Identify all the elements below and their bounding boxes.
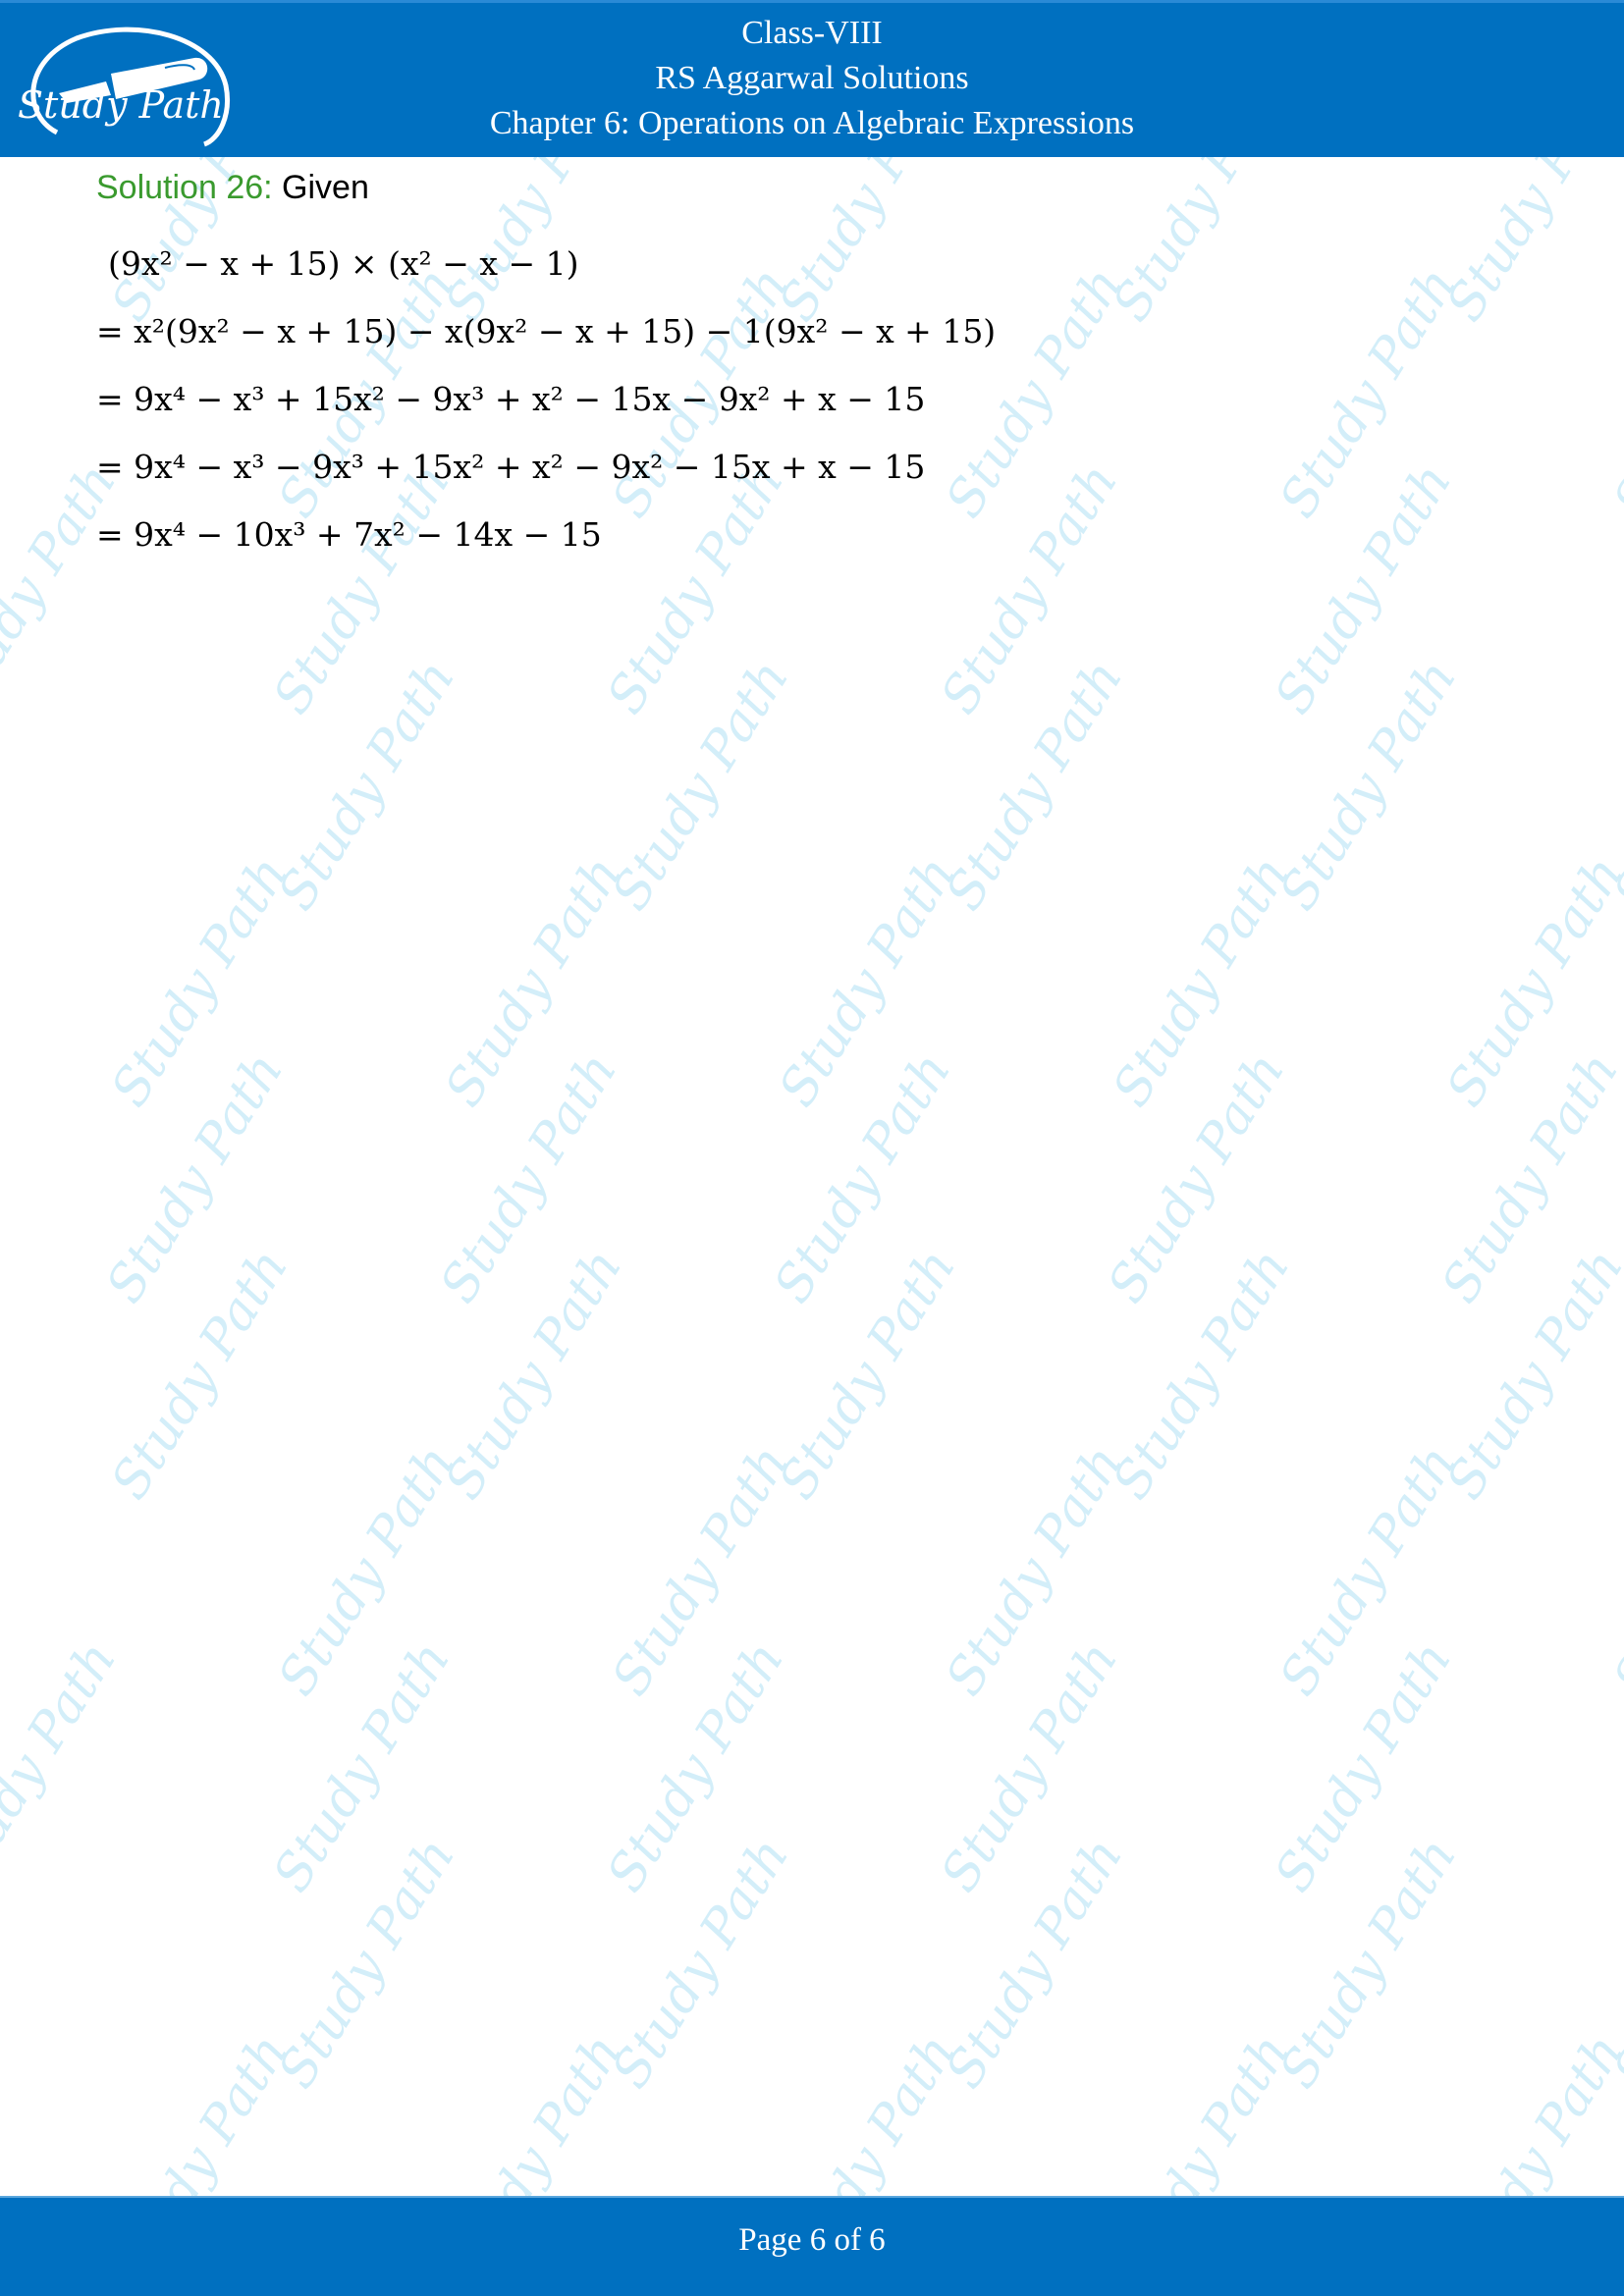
solution-heading: Solution 26: Given [96,163,1530,212]
watermark-text: Study Path [0,1631,129,1902]
watermark-text: Study Path [935,1828,1135,2099]
watermark-text: Study Path [935,1435,1135,1706]
watermark-text: Study Path [1102,846,1302,1117]
watermark-text: Study Path [429,1042,629,1313]
page-footer: Page 6 of 6 [0,2196,1624,2296]
math-step: = x²(9x² − x + 15) − x(9x² − x + 15) − 1… [96,312,997,350]
solution-label: Solution 26: [96,169,273,206]
watermark-text: Study Path [768,1239,968,1510]
book-title: RS Aggarwal Solutions [655,60,969,96]
watermark-text: Study Path [267,650,467,921]
watermark-text: Study Path [267,1828,467,2099]
class-title: Class-VIII [741,15,883,51]
watermark-text: Study Path [434,1239,634,1510]
watermark-text: Study Path [1264,1631,1464,1902]
watermark-text: Study Path [1602,650,1624,921]
watermark-text: Study Path [434,846,634,1117]
solution-content: Solution 26: Given (9x² − x + 15) × (x² … [96,163,1530,568]
watermark-text: Study Path [100,1239,300,1510]
watermark-text: Study Path [1602,257,1624,528]
watermark-text: Study Path [1269,1435,1469,1706]
solution-intro: Given [272,169,369,206]
page-header: Study Path Class-VIII RS Aggarwal Soluti… [0,0,1624,157]
watermark-text: Study Path [930,1631,1130,1902]
watermark-text: Study Path [935,650,1135,921]
watermark-text: Study Path [1269,650,1469,921]
math-step: = 9x⁴ − x³ − 9x³ + 15x² + x² − 9x² − 15x… [96,448,926,486]
watermark-text: Study Path [1602,1435,1624,1706]
math-step: (9x² − x + 15) × (x² − x − 1) [108,244,579,283]
math-step: = 9x⁴ − x³ + 15x² − 9x³ + x² − 15x − 9x²… [96,380,926,418]
watermark-text: Study Path [768,846,968,1117]
watermark-text: Study Path [601,1828,801,2099]
watermark-text: Study Path [267,1435,467,1706]
watermark-text: Study Path [1431,1042,1624,1313]
watermark-text: Study Path [262,1631,462,1902]
watermark-text: Study Path [596,1631,796,1902]
watermark-text: Study Path [1102,1239,1302,1510]
math-step: = 9x⁴ − 10x³ + 7x² − 14x − 15 [96,515,602,554]
chapter-title: Chapter 6: Operations on Algebraic Expre… [489,105,1135,141]
watermark-text: Study Path [763,1042,963,1313]
watermark-text: Study Path [1097,1042,1297,1313]
watermark-text: Study Path [1435,1239,1624,1510]
watermark-text: Study Path [1269,1828,1469,2099]
watermark-text: Study Path [100,846,300,1117]
watermark-text: Study Path [601,650,801,921]
watermark-text: Study Path [1435,846,1624,1117]
watermark-text: Study Path [1602,1828,1624,2099]
watermark-text: Study Path [95,1042,296,1313]
page-number: Page 6 of 6 [738,2222,886,2258]
watermark-text: Study Path [601,1435,801,1706]
